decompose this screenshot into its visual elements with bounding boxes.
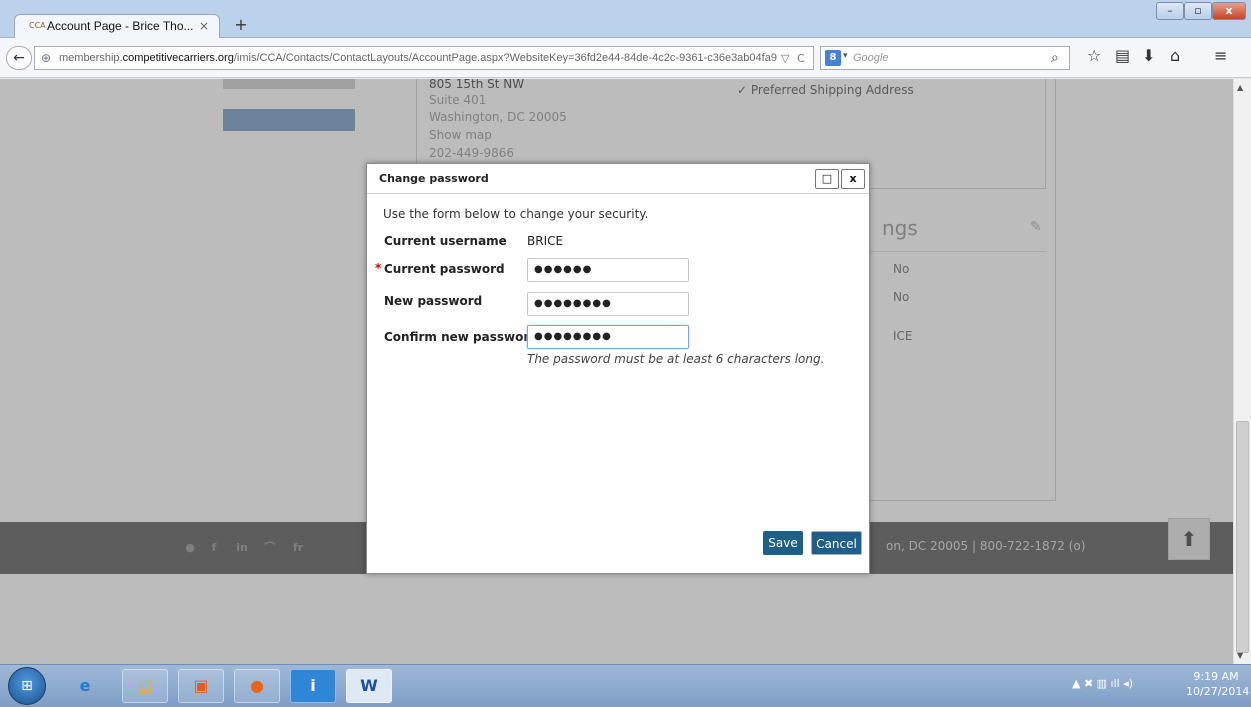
menu-icon[interactable]: ≡ (1214, 46, 1227, 65)
home-icon[interactable]: ⌂ (1170, 46, 1180, 65)
media-player-icon[interactable]: ▣ (178, 669, 224, 703)
maximize-dialog-button[interactable]: □ (815, 169, 839, 189)
scroll-down-icon[interactable]: ▼ (1237, 651, 1243, 660)
scroll-up-icon[interactable]: ▲ (1237, 83, 1243, 92)
new-password-label: New password (384, 294, 483, 308)
browser-navbar: ← ⊕ membership.competitivecarriers.org/i… (0, 38, 1251, 78)
bookmarks-list-icon[interactable]: ▤ (1115, 46, 1130, 65)
taskbar: ⊞ e ▤ ▣ ● i W ▲ ✖ ▥ ıll ◂) 9:19 AM 10/27… (0, 664, 1251, 707)
dialog-intro-text: Use the form below to change your securi… (383, 207, 649, 221)
reload-icon[interactable]: C (797, 52, 805, 65)
search-placeholder: Google (853, 52, 889, 64)
browser-titlebar: CCA Account Page - Brice Tho... × + – ▫ … (0, 0, 1251, 38)
download-icon[interactable]: ⬇ (1142, 46, 1155, 65)
star-bookmark-icon[interactable]: ☆ (1087, 46, 1101, 65)
dialog-title: Change password (379, 172, 489, 185)
page-scrollbar[interactable]: ▲ ▼ (1233, 79, 1251, 664)
password-hint: The password must be at least 6 characte… (527, 352, 825, 366)
file-explorer-icon[interactable]: ▤ (122, 669, 168, 703)
tab-title: Account Page - Brice Tho... (47, 19, 194, 33)
url-bar[interactable]: ⊕ membership.competitivecarriers.org/imi… (34, 46, 814, 70)
windows-start-icon[interactable]: ⊞ (8, 667, 46, 705)
dialog-header: Change password □ x (367, 164, 869, 194)
info-app-icon[interactable]: i (290, 669, 336, 703)
new-password-input[interactable]: ●●●●●●●● (527, 292, 689, 316)
minimize-window-button[interactable]: – (1156, 2, 1184, 20)
current-username-value: BRICE (527, 234, 564, 248)
chevron-down-icon[interactable]: ▾ (843, 51, 848, 61)
save-button[interactable]: Save (763, 531, 803, 555)
close-window-button[interactable]: x (1212, 2, 1246, 20)
current-username-label: Current username (384, 234, 507, 248)
search-icon[interactable]: ⌕ (1051, 50, 1059, 66)
clock-time[interactable]: 9:19 AM (1186, 670, 1246, 683)
back-arrow-icon[interactable]: ← (6, 46, 32, 70)
internet-explorer-icon[interactable]: e (62, 669, 108, 703)
required-marker: * (375, 261, 382, 275)
tab-close-icon[interactable]: × (199, 19, 209, 33)
globe-icon: ⊕ (41, 51, 52, 65)
cancel-button[interactable]: Cancel (811, 531, 862, 555)
firefox-icon[interactable]: ● (234, 669, 280, 703)
current-password-label: Current password (384, 262, 505, 276)
search-engine-icon[interactable]: 8 (825, 50, 841, 66)
browser-tab[interactable]: CCA Account Page - Brice Tho... × (14, 14, 220, 38)
search-bar[interactable]: 8 ▾ Google ⌕ (820, 46, 1070, 70)
new-tab-button[interactable]: + (230, 14, 252, 36)
system-tray-icons[interactable]: ▲ ✖ ▥ ıll ◂) (1072, 677, 1133, 690)
site-favicon-icon: CCA (29, 21, 46, 30)
word-icon[interactable]: W (346, 669, 392, 703)
current-password-input[interactable]: ●●●●●● (527, 258, 689, 282)
url-dropdown-icon[interactable]: ▽ (781, 52, 789, 65)
clock-date[interactable]: 10/27/2014 (1186, 685, 1249, 698)
url-text: membership.competitivecarriers.org/imis/… (59, 52, 777, 64)
maximize-window-button[interactable]: ▫ (1184, 2, 1212, 20)
close-dialog-button[interactable]: x (841, 169, 865, 189)
confirm-password-label: Confirm new password (384, 330, 538, 344)
confirm-password-input[interactable]: ●●●●●●●● (527, 325, 689, 349)
change-password-dialog: Change password □ x Use the form below t… (366, 163, 870, 574)
scroll-thumb[interactable] (1236, 421, 1249, 653)
